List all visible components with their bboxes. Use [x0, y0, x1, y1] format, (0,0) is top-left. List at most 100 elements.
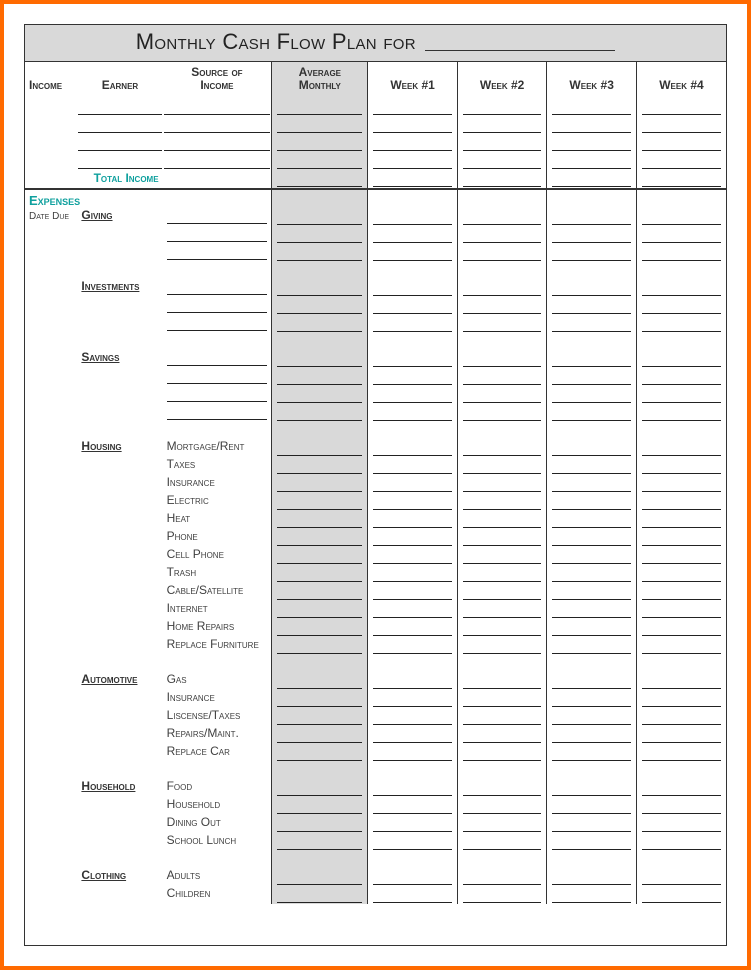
- week-input[interactable]: [552, 405, 631, 421]
- week-input[interactable]: [552, 691, 631, 707]
- week-input[interactable]: [373, 709, 452, 725]
- week-input[interactable]: [552, 638, 631, 654]
- week-input[interactable]: [552, 887, 631, 903]
- week-input[interactable]: [642, 405, 721, 421]
- total-week3[interactable]: [552, 171, 631, 187]
- week-input[interactable]: [373, 887, 452, 903]
- week-input[interactable]: [373, 298, 452, 314]
- avg-input[interactable]: [277, 869, 362, 885]
- week-input[interactable]: [373, 351, 452, 367]
- week-input[interactable]: [552, 227, 631, 243]
- item-input[interactable]: [167, 368, 268, 384]
- item-input[interactable]: [167, 244, 268, 260]
- week-input[interactable]: [463, 530, 542, 546]
- week-input[interactable]: [642, 280, 721, 296]
- avg-input[interactable]: [277, 709, 362, 725]
- week-input[interactable]: [463, 869, 542, 885]
- week-input[interactable]: [373, 245, 452, 261]
- week-input[interactable]: [373, 458, 452, 474]
- week-input[interactable]: [642, 227, 721, 243]
- avg-input[interactable]: [277, 280, 362, 296]
- week-input[interactable]: [552, 816, 631, 832]
- week-input[interactable]: [642, 440, 721, 456]
- week-input[interactable]: [463, 369, 542, 385]
- week-input[interactable]: [642, 135, 721, 151]
- week-input[interactable]: [373, 209, 452, 225]
- week-input[interactable]: [642, 245, 721, 261]
- week-input[interactable]: [552, 620, 631, 636]
- week-input[interactable]: [642, 584, 721, 600]
- week-input[interactable]: [642, 673, 721, 689]
- week-input[interactable]: [642, 298, 721, 314]
- week-input[interactable]: [463, 209, 542, 225]
- week-input[interactable]: [552, 245, 631, 261]
- item-input[interactable]: [167, 297, 268, 313]
- week-input[interactable]: [642, 691, 721, 707]
- week-input[interactable]: [642, 351, 721, 367]
- week-input[interactable]: [463, 816, 542, 832]
- week-input[interactable]: [373, 798, 452, 814]
- avg-input[interactable]: [277, 99, 362, 115]
- week-input[interactable]: [463, 673, 542, 689]
- week-input[interactable]: [642, 387, 721, 403]
- week-input[interactable]: [642, 494, 721, 510]
- avg-input[interactable]: [277, 440, 362, 456]
- week-input[interactable]: [373, 387, 452, 403]
- week-input[interactable]: [373, 512, 452, 528]
- week-input[interactable]: [552, 476, 631, 492]
- week-input[interactable]: [552, 298, 631, 314]
- avg-input[interactable]: [277, 458, 362, 474]
- week-input[interactable]: [552, 798, 631, 814]
- avg-input[interactable]: [277, 494, 362, 510]
- week-input[interactable]: [373, 494, 452, 510]
- item-input[interactable]: [167, 208, 268, 224]
- avg-input[interactable]: [277, 691, 362, 707]
- avg-input[interactable]: [277, 387, 362, 403]
- avg-input[interactable]: [277, 673, 362, 689]
- avg-input[interactable]: [277, 117, 362, 133]
- week-input[interactable]: [463, 691, 542, 707]
- week-input[interactable]: [642, 727, 721, 743]
- week-input[interactable]: [463, 584, 542, 600]
- week-input[interactable]: [552, 530, 631, 546]
- week-input[interactable]: [373, 280, 452, 296]
- week-input[interactable]: [642, 530, 721, 546]
- week-input[interactable]: [373, 548, 452, 564]
- week-input[interactable]: [373, 673, 452, 689]
- week-input[interactable]: [642, 780, 721, 796]
- week-input[interactable]: [642, 869, 721, 885]
- week-input[interactable]: [642, 887, 721, 903]
- week-input[interactable]: [552, 494, 631, 510]
- week-input[interactable]: [552, 745, 631, 761]
- week-input[interactable]: [373, 745, 452, 761]
- avg-input[interactable]: [277, 566, 362, 582]
- week-input[interactable]: [463, 638, 542, 654]
- week-input[interactable]: [463, 99, 542, 115]
- week-input[interactable]: [642, 816, 721, 832]
- week-input[interactable]: [552, 584, 631, 600]
- week-input[interactable]: [373, 816, 452, 832]
- week-input[interactable]: [642, 458, 721, 474]
- week-input[interactable]: [552, 548, 631, 564]
- week-input[interactable]: [373, 476, 452, 492]
- avg-input[interactable]: [277, 245, 362, 261]
- week-input[interactable]: [642, 566, 721, 582]
- total-week1[interactable]: [373, 171, 452, 187]
- avg-input[interactable]: [277, 369, 362, 385]
- week-input[interactable]: [552, 602, 631, 618]
- earner-input[interactable]: [78, 135, 161, 151]
- item-input[interactable]: [167, 386, 268, 402]
- avg-input[interactable]: [277, 530, 362, 546]
- week-input[interactable]: [642, 798, 721, 814]
- earner-input[interactable]: [78, 153, 161, 169]
- week-input[interactable]: [552, 369, 631, 385]
- week-input[interactable]: [463, 476, 542, 492]
- week-input[interactable]: [463, 494, 542, 510]
- week-input[interactable]: [642, 316, 721, 332]
- week-input[interactable]: [552, 153, 631, 169]
- week-input[interactable]: [642, 548, 721, 564]
- source-input[interactable]: [164, 153, 271, 169]
- week-input[interactable]: [463, 745, 542, 761]
- week-input[interactable]: [373, 117, 452, 133]
- week-input[interactable]: [373, 316, 452, 332]
